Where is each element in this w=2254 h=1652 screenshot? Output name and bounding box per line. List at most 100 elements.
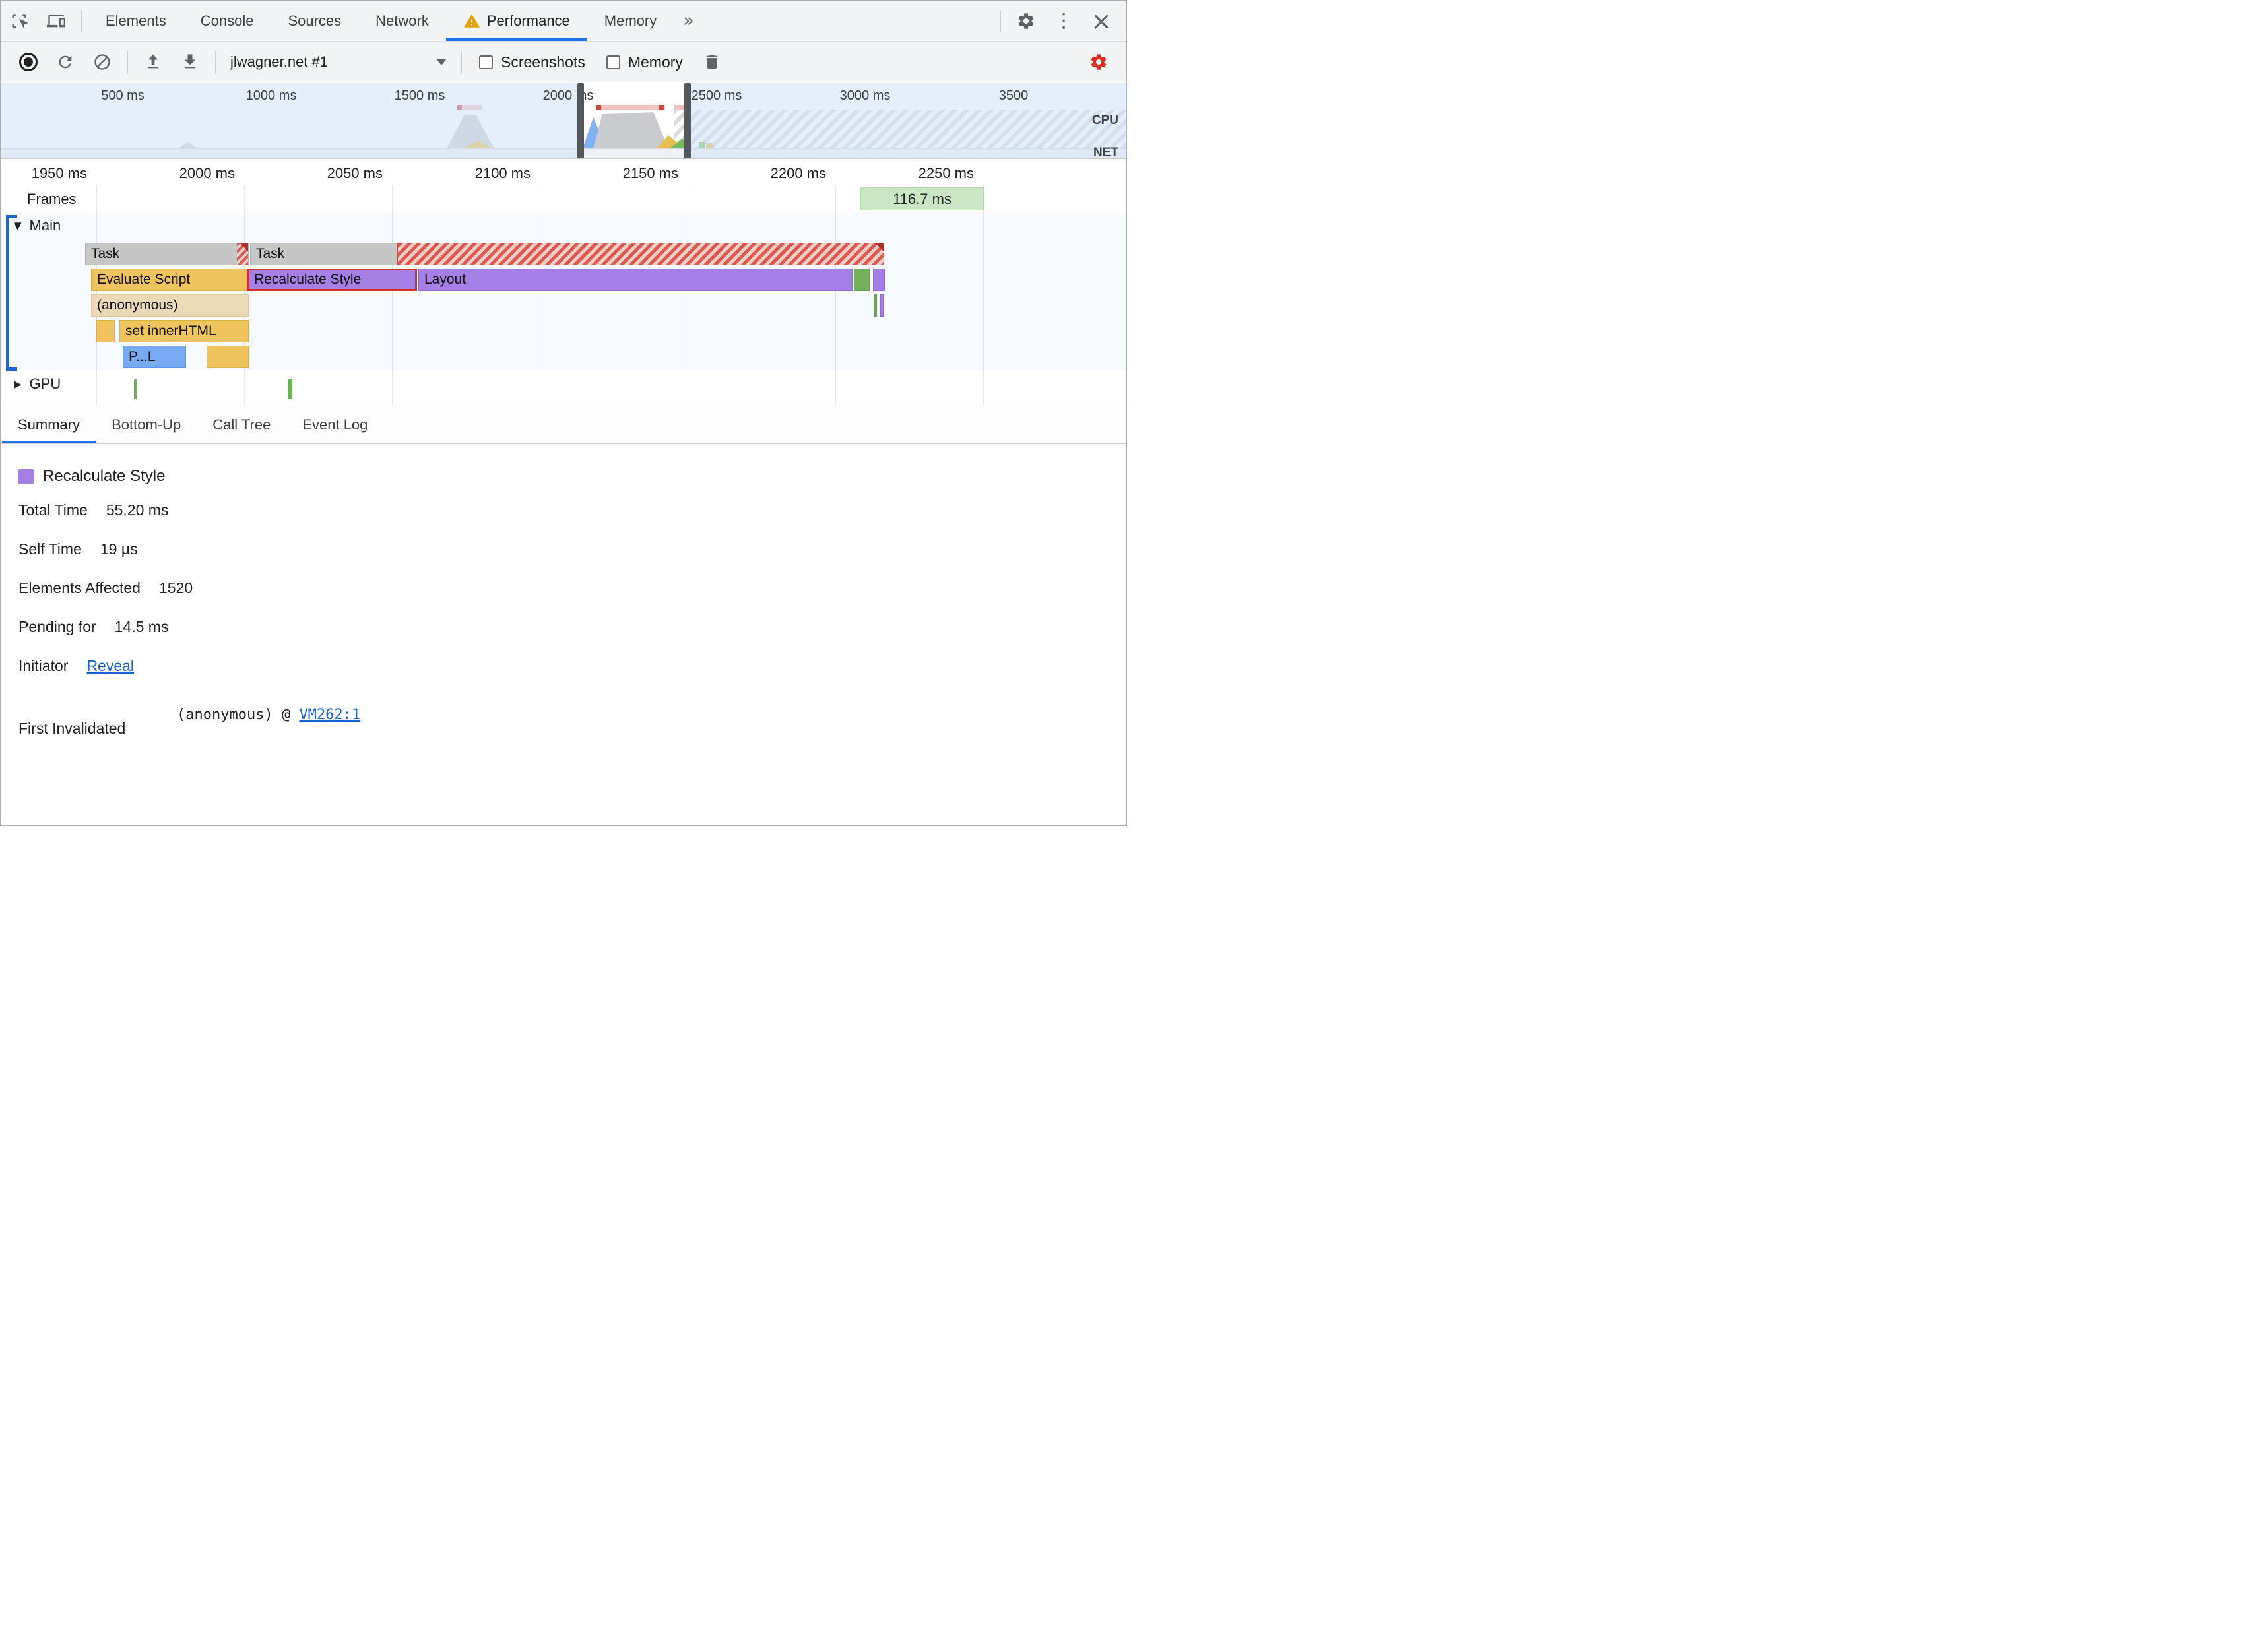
device-toolbar-icon [47,15,65,27]
tab-network[interactable]: Network [358,1,446,41]
divider [127,51,128,73]
tabbar-left-group: Elements Console Sources Network Perform… [1,1,703,41]
flame-bar-evaluate-script[interactable]: Evaluate Script [91,269,249,291]
screenshots-checkbox[interactable] [479,55,493,69]
delete-recording-button[interactable] [697,47,727,77]
summary-row-value: 19 µs [100,540,138,557]
flame-bar-label: (anonymous) [97,298,178,313]
long-task-corner [240,243,248,252]
overview-tick: 1000 ms [245,88,297,103]
overflow-menu-button[interactable]: ⋮ [1045,9,1083,32]
flame-bar-parse[interactable]: P...L [123,346,186,368]
flame-bar-anonymous[interactable]: (anonymous) [91,294,249,317]
flame-bar-set-innerhtml[interactable]: set innerHTML [119,320,249,342]
devtools-window: Elements Console Sources Network Perform… [0,0,1127,826]
settings-button[interactable] [1011,6,1041,36]
screenshots-checkbox-group[interactable]: Screenshots [479,53,585,71]
tab-performance[interactable]: Performance [446,1,587,41]
long-task-marker [659,105,664,110]
inspect-element-button[interactable] [4,6,34,36]
summary-title: Recalculate Style [43,467,166,485]
ruler-tick: 2100 ms [474,165,531,181]
clear-recording-button[interactable] [87,47,117,77]
device-toolbar-button[interactable] [41,6,71,36]
memory-checkbox-group[interactable]: Memory [606,53,683,71]
flame-bar-small[interactable] [873,269,885,291]
download-icon [184,54,196,69]
flame-bar-small[interactable] [96,320,115,342]
tab-console[interactable]: Console [183,1,271,41]
summary-row-label: Self Time [18,540,82,557]
flame-bar-task[interactable]: Task [85,243,249,265]
memory-checkbox[interactable] [606,55,620,69]
summary-row-value: 14.5 ms [114,618,169,635]
tab-elements[interactable]: Elements [88,1,183,41]
flame-bar-sliver[interactable] [874,294,877,317]
flame-bar-label: Evaluate Script [97,272,191,287]
initiator-reveal-link[interactable]: Reveal [86,657,134,675]
flame-bar-layout[interactable]: Layout [418,269,853,291]
tab-call-tree[interactable]: Call Tree [197,406,286,443]
long-task-corner [875,243,884,252]
flame-bar-label: Task [256,246,285,261]
capture-settings-button[interactable] [1083,47,1114,77]
close-devtools-button[interactable]: × [1083,9,1120,34]
long-task-marker [596,105,601,110]
summary-pane: Recalculate Style Total Time 55.20 ms Se… [1,445,1126,825]
summary-row: Elements Affected 1520 [18,569,1126,608]
divider [215,51,216,73]
more-tabs-button[interactable]: » [674,11,703,31]
chevron-collapsed-icon[interactable]: ▶ [14,378,22,390]
devtools-tabbar: Elements Console Sources Network Perform… [1,1,1126,42]
flame-bar-label: set innerHTML [125,323,216,338]
save-profile-button[interactable] [175,47,205,77]
summary-row-label: Initiator [18,657,69,674]
tab-label: Console [200,12,254,29]
summary-row-initiator: Initiator Reveal [18,647,1126,685]
overview-window-handle-right[interactable] [684,83,691,158]
net-label: NET [1093,146,1118,159]
tab-label: Event Log [302,416,368,433]
overview-window-handle-left[interactable] [577,83,584,158]
chevron-expanded-icon[interactable]: ▼ [14,220,22,232]
stack-source-link[interactable]: VM262:1 [299,707,360,723]
flame-bar-long-task[interactable] [397,243,884,265]
reload-and-record-button[interactable] [50,47,80,77]
flame-chart: ▼ Main Task Task Evaluate Script Recalcu… [1,213,1126,406]
flame-bar-task[interactable]: Task [250,243,397,265]
chevron-down-icon [436,59,447,65]
frame-duration-chip[interactable]: 116.7 ms [860,187,984,210]
overview-tick: 2500 ms [691,88,742,103]
summary-row-label: Total Time [18,501,88,519]
timeline-overview[interactable]: 500 ms 1000 ms 1500 ms 2000 ms 2500 ms 3… [1,83,1126,159]
trash-icon [706,55,718,69]
tab-bottom-up[interactable]: Bottom-Up [96,406,197,443]
flame-bar-label: Layout [424,272,467,287]
summary-row-label: First Invalidated [18,720,126,737]
flame-bar-paint[interactable] [854,269,870,291]
overview-curtain-right [691,83,1126,158]
record-button[interactable] [19,53,38,71]
flame-bar-sliver[interactable] [880,294,884,317]
main-track-header[interactable]: ▼ Main [14,217,61,234]
memory-label: Memory [628,53,683,71]
load-profile-button[interactable] [138,47,168,77]
reload-icon [59,55,72,69]
tab-summary[interactable]: Summary [2,406,96,443]
tab-event-log[interactable]: Event Log [286,406,383,443]
gpu-activity-mark [134,379,137,399]
gpu-track-header[interactable]: ▶ GPU [14,375,61,393]
tab-sources[interactable]: Sources [271,1,358,41]
stack-trace-line: (anonymous) @ VM262:1 [177,703,360,738]
flame-bar-small[interactable] [207,346,249,368]
cpu-label: CPU [1091,113,1118,127]
ruler-tick: 2250 ms [918,165,974,181]
flame-bar-recalculate-style-selected[interactable]: Recalculate Style [247,269,417,291]
tab-memory[interactable]: Memory [587,1,674,41]
overview-tick: 1500 ms [394,88,445,103]
profile-select[interactable]: jlwagner.net #1 [222,53,455,71]
track-selection-bracket [6,215,9,371]
ruler-tick: 2050 ms [327,165,383,181]
performance-toolbar: jlwagner.net #1 Screenshots Memory [1,42,1126,82]
stack-function-name: (anonymous) @ [177,707,291,723]
